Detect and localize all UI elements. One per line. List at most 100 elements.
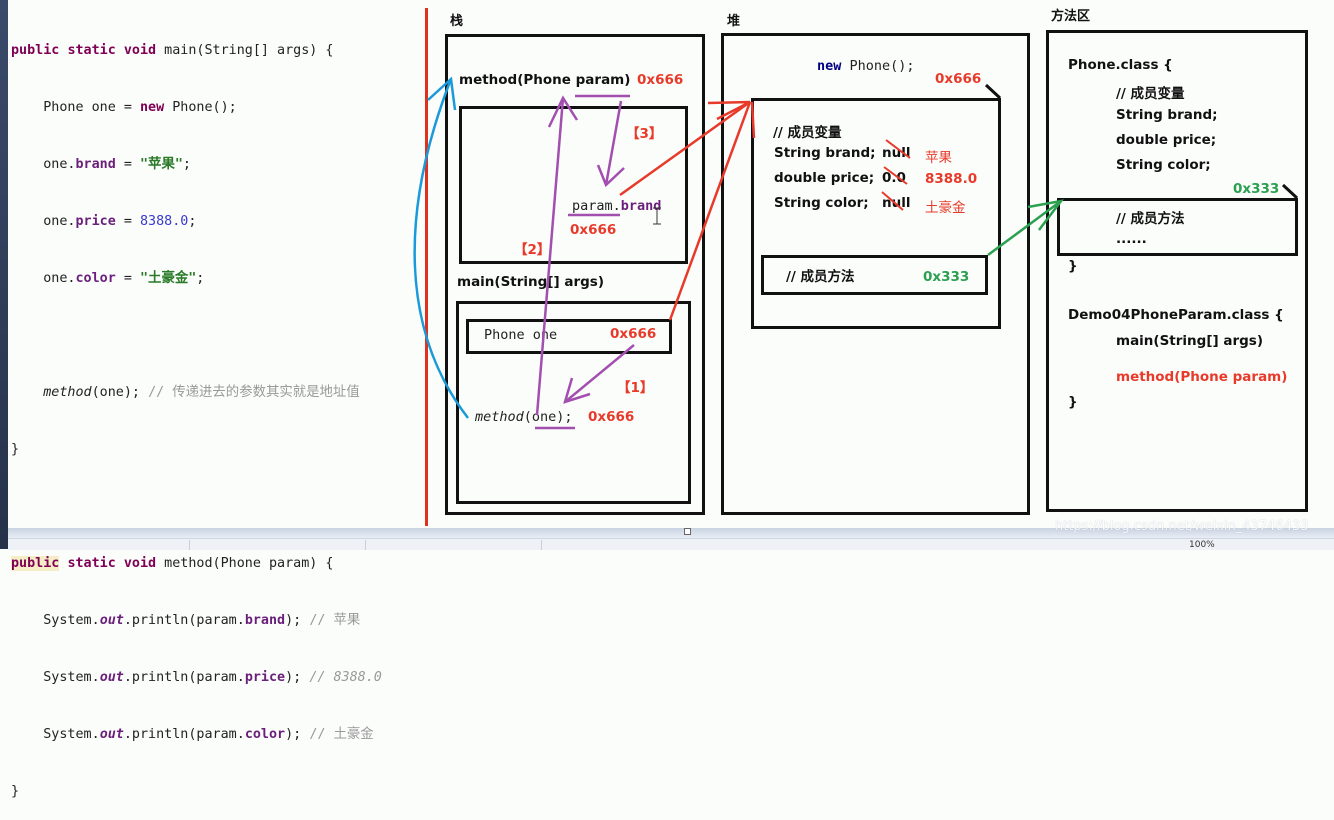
keyword: void (123, 556, 157, 571)
semicolon: ; (564, 409, 573, 425)
method-area-label: 方法区 (1051, 9, 1091, 24)
keyword: static (67, 556, 116, 571)
constructor-call: Phone(); (841, 58, 915, 74)
code-text: = (115, 157, 140, 172)
method-frame-address: 0x666 (637, 72, 684, 88)
code-line: } (11, 440, 382, 459)
code-text: ); (285, 613, 310, 628)
keyword: static (67, 43, 116, 58)
code-text: ); (285, 670, 310, 685)
new-keyword: new (817, 58, 842, 74)
code-line: System.out.println(param.price); // 8388… (11, 668, 382, 687)
field: brand (75, 157, 116, 172)
code-line: method(one); // 传递进去的参数其实就是地址值 (11, 383, 382, 402)
class-member-vars-comment: // 成员变量 (1116, 86, 1185, 102)
static-field: out (99, 670, 124, 685)
field-default-brand: null (882, 145, 911, 161)
code-text: ; (196, 271, 205, 286)
section-divider (425, 8, 428, 526)
class-member-methods-comment: // 成员方法 (1116, 211, 1185, 227)
class-field-price: double price; (1116, 132, 1217, 148)
phone-class-header: Phone.class { (1068, 57, 1173, 73)
new-phone-expression: new Phone(); (817, 58, 915, 74)
method-area-region (1046, 30, 1308, 512)
field: price (244, 670, 286, 685)
field-decl-price: double price; (774, 170, 875, 186)
dot-token: . (612, 198, 621, 214)
comment: // 土豪金 (309, 727, 374, 742)
field: color (244, 727, 286, 742)
heap-label: 堆 (727, 14, 741, 29)
watermark: https://blog.csdn.net/weixin_43746433 (1055, 519, 1309, 534)
code-text: = (115, 214, 140, 229)
member-methods-comment: // 成员方法 (786, 269, 855, 285)
code-line: System.out.println(param.color); // 土豪金 (11, 725, 382, 744)
code-text: method(Phone param) { (156, 556, 334, 571)
code-text: ; (182, 157, 191, 172)
keyword: new (140, 100, 165, 115)
code-line: } (11, 782, 382, 801)
comment: // 苹果 (309, 613, 361, 628)
step-3-label: 【3】 (626, 126, 663, 142)
code-text: } (11, 442, 20, 457)
code-text: = (115, 271, 140, 286)
phone-one-label: Phone one (484, 327, 558, 343)
brand-token: brand (620, 198, 662, 214)
number-literal: 8388.0 (140, 214, 189, 229)
code-text: System. (11, 613, 100, 628)
class-methods-address: 0x333 (1233, 181, 1280, 197)
code-text: Phone(); (164, 100, 237, 115)
resize-handle[interactable] (684, 528, 691, 535)
code-text: main(String[] args) { (156, 43, 334, 58)
method-call-address: 0x666 (588, 409, 635, 425)
code-line: System.out.println(param.brand); // 苹果 (11, 611, 382, 630)
code-text: ; (188, 214, 197, 229)
param-address: 0x666 (570, 222, 617, 238)
field-value-brand: 苹果 (925, 150, 952, 166)
code-line: one.brand = "苹果"; (11, 155, 382, 174)
code-block: public static void main(String[] args) {… (11, 3, 382, 820)
field-decl-brand: String brand; (774, 145, 876, 161)
field-default-price: 0.0 (882, 170, 906, 186)
class-methods-ellipsis: ...... (1116, 231, 1147, 247)
field: color (75, 271, 116, 286)
code-text: one. (11, 271, 76, 286)
phone-class-close: } (1068, 258, 1078, 274)
field-value-color: 土豪金 (925, 200, 966, 216)
demo-main-method: main(String[] args) (1116, 333, 1263, 349)
field: price (75, 214, 116, 229)
static-field: out (99, 727, 124, 742)
code-line: public static void method(Phone param) { (11, 554, 382, 573)
object-address: 0x666 (935, 71, 982, 87)
code-line: Phone one = new Phone(); (11, 98, 382, 117)
phone-one-address: 0x666 (610, 326, 657, 342)
code-text: one. (11, 214, 76, 229)
code-text: } (11, 784, 20, 799)
code-text: one. (11, 157, 76, 172)
code-text: .println(param. (123, 613, 245, 628)
comment: // 8388.0 (309, 670, 382, 685)
code-text: (one); (91, 385, 149, 400)
status-bar: 100% (8, 538, 1334, 550)
field: brand (244, 613, 286, 628)
field-default-color: null (882, 195, 911, 211)
demo-class-header: Demo04PhoneParam.class { (1068, 307, 1284, 323)
code-text: System. (11, 670, 100, 685)
keyword: public (11, 556, 60, 571)
methods-address: 0x333 (923, 269, 970, 285)
demo-method-method: method(Phone param) (1116, 369, 1288, 385)
static-field: out (99, 613, 124, 628)
comment: // 传递进去的参数其实就是地址值 (148, 385, 360, 400)
param-token: param (572, 198, 613, 214)
field-decl-color: String color; (774, 195, 869, 211)
method-name: method (475, 409, 524, 425)
demo-class-close: } (1068, 394, 1078, 410)
code-line: one.price = 8388.0; (11, 212, 382, 231)
code-text: .println(param. (123, 670, 245, 685)
step-1-label: 【1】 (617, 380, 654, 396)
code-line: one.color = "土豪金"; (11, 269, 382, 288)
